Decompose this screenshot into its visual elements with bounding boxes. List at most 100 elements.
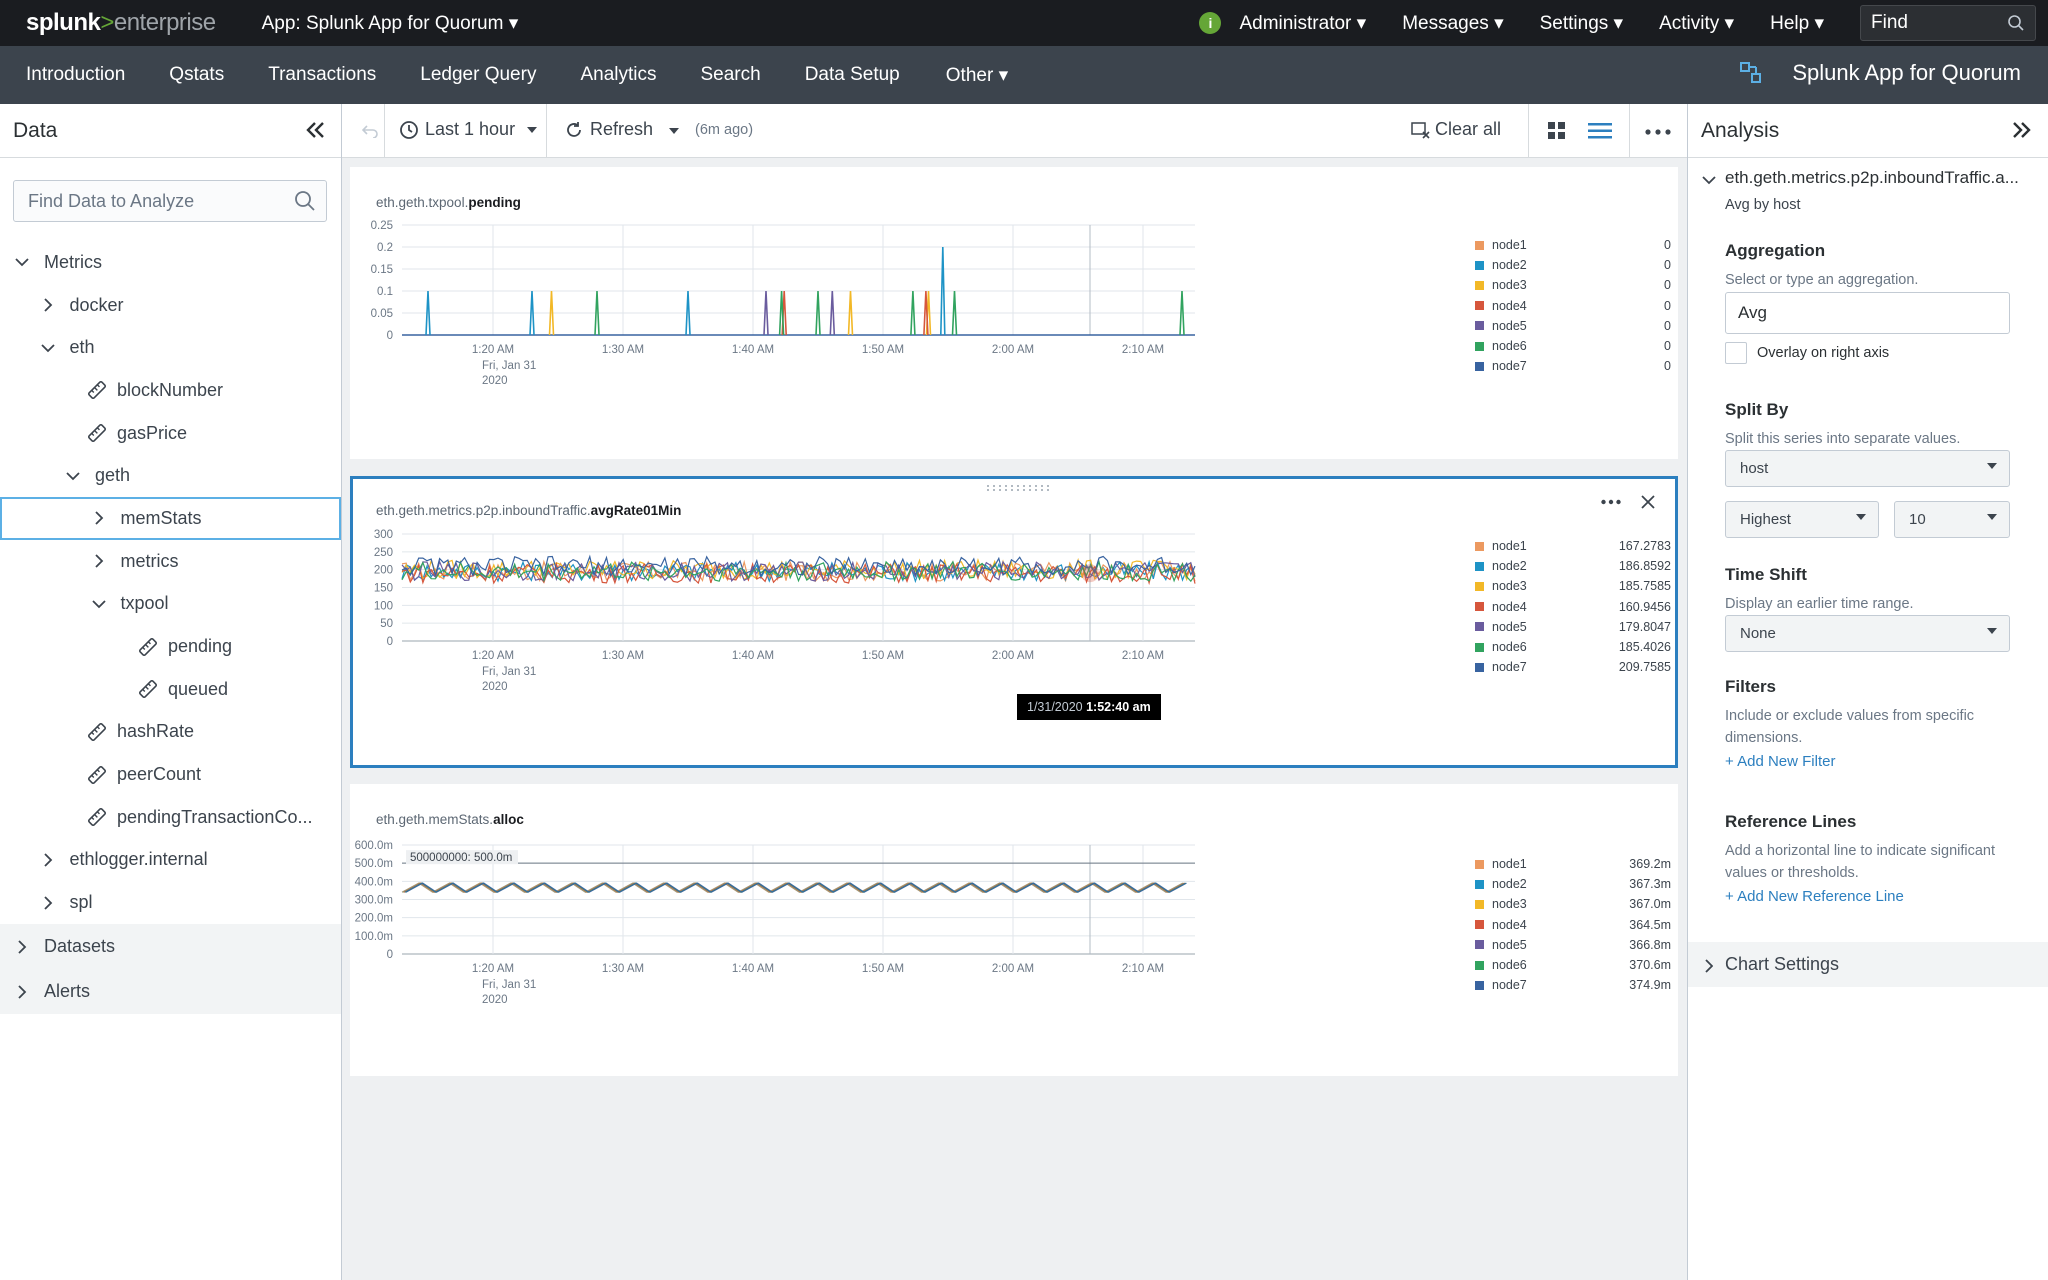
legend-item-node6[interactable]: node6 370.6m — [1475, 955, 1671, 975]
legend-item-node6[interactable]: node6 185.4026 — [1475, 637, 1671, 657]
add-reference-line-link[interactable]: + Add New Reference Line — [1725, 888, 2025, 905]
menu-help[interactable]: Help ▾ — [1770, 12, 1824, 35]
refresh-options-caret-icon[interactable] — [669, 128, 679, 134]
tree-item-alerts[interactable]: Alerts — [0, 969, 341, 1014]
y-tick-label: 200.0m — [355, 913, 393, 925]
find-data-input[interactable]: Find Data to Analyze — [13, 180, 327, 222]
split-by-select[interactable]: host — [1725, 450, 2010, 487]
legend-item-node4[interactable]: node4 160.9456 — [1475, 597, 1671, 617]
tree-item-pending[interactable]: pending — [0, 625, 341, 668]
nav-transactions[interactable]: Transactions — [268, 64, 376, 86]
legend-item-node6[interactable]: node6 0 — [1475, 336, 1671, 356]
tree-item-hashrate[interactable]: hashRate — [0, 711, 341, 754]
legend-item-node5[interactable]: node5 0 — [1475, 316, 1671, 336]
collapse-left-icon[interactable] — [303, 118, 327, 142]
aggregation-input[interactable]: Avg — [1725, 292, 2010, 334]
legend-item-node3[interactable]: node3 185.7585 — [1475, 576, 1671, 596]
undo-icon[interactable] — [362, 124, 378, 138]
legend-item-node4[interactable]: node4 364.5m — [1475, 915, 1671, 935]
more-options-icon[interactable] — [1645, 129, 1671, 135]
x-tick-label: 2:10 AM — [1122, 344, 1164, 356]
legend-item-node2[interactable]: node2 0 — [1475, 255, 1671, 275]
series-name[interactable]: eth.geth.metrics.p2p.inboundTraffic.a... — [1725, 168, 2019, 188]
legend-item-node4[interactable]: node4 0 — [1475, 296, 1671, 316]
tree-item-txpool[interactable]: txpool — [0, 583, 341, 626]
list-view-icon[interactable] — [1588, 122, 1612, 140]
y-tick-label: 0.15 — [371, 264, 393, 276]
nav-data-setup[interactable]: Data Setup — [805, 64, 900, 86]
collapse-right-icon[interactable] — [2010, 118, 2034, 142]
chart-panel-memstats-alloc[interactable]: eth.geth.memStats.alloc 600.0m 500.0m 400.… — [350, 784, 1678, 1076]
add-filter-link[interactable]: + Add New Filter — [1725, 753, 2025, 770]
tree-item-blocknumber[interactable]: blockNumber — [0, 369, 341, 412]
tree-item-eth[interactable]: eth — [0, 326, 341, 369]
legend-item-node7[interactable]: node7 0 — [1475, 356, 1671, 376]
legend-label: node6 — [1492, 640, 1527, 655]
tree-item-docker[interactable]: docker — [0, 284, 341, 327]
tree-item-datasets[interactable]: Datasets — [0, 924, 341, 969]
legend-value: 0 — [1664, 238, 1671, 253]
clear-all-button[interactable]: Clear all — [1411, 119, 1501, 140]
refresh-button[interactable]: Refresh — [564, 119, 653, 140]
menu-activity[interactable]: Activity ▾ — [1659, 12, 1734, 35]
y-tick-label: 0 — [387, 949, 393, 961]
legend-item-node1[interactable]: node1 167.2783 — [1475, 536, 1671, 556]
legend-item-node5[interactable]: node5 179.8047 — [1475, 617, 1671, 637]
tree-item-metrics[interactable]: metrics — [0, 540, 341, 583]
legend-item-node7[interactable]: node7 374.9m — [1475, 975, 1671, 995]
tree-item-pendingtransactionco-[interactable]: pendingTransactionCo... — [0, 796, 341, 839]
app-selector[interactable]: App: Splunk App for Quorum ▾ — [262, 12, 519, 35]
find-input[interactable]: Find — [1860, 5, 2036, 41]
legend-item-node7[interactable]: node7 209.7585 — [1475, 657, 1671, 677]
menu-messages[interactable]: Messages ▾ — [1402, 12, 1503, 35]
split-order-value: Highest — [1740, 511, 1791, 528]
legend-item-node2[interactable]: node2 186.8592 — [1475, 556, 1671, 576]
divider — [546, 104, 547, 158]
tree-item-metrics[interactable]: Metrics — [0, 241, 341, 284]
tree-item-label: peerCount — [117, 764, 202, 785]
split-limit-select[interactable]: 10 — [1894, 501, 2010, 538]
time-range-picker[interactable]: Last 1 hour — [399, 119, 538, 140]
tree-item-peercount[interactable]: peerCount — [0, 753, 341, 796]
legend-item-node3[interactable]: node3 367.0m — [1475, 894, 1671, 914]
time-shift-select[interactable]: None — [1725, 615, 2010, 652]
tree-item-queued[interactable]: queued — [0, 668, 341, 711]
legend-item-node2[interactable]: node2 367.3m — [1475, 874, 1671, 894]
legend-item-node1[interactable]: node1 369.2m — [1475, 854, 1671, 874]
x-tick-label: 1:50 AM — [862, 650, 904, 662]
tree-item-geth[interactable]: geth — [0, 454, 341, 497]
split-order-select[interactable]: Highest — [1725, 501, 1879, 538]
nav-qstats[interactable]: Qstats — [169, 64, 224, 86]
menu-administrator[interactable]: Administrator ▾ — [1239, 12, 1366, 35]
nav-introduction[interactable]: Introduction — [26, 64, 125, 86]
legend-value: 367.0m — [1629, 897, 1671, 912]
menu-settings[interactable]: Settings ▾ — [1540, 12, 1623, 35]
legend-swatch — [1475, 920, 1484, 930]
legend-item-node1[interactable]: node1 0 — [1475, 235, 1671, 255]
split-limit-value: 10 — [1909, 511, 1926, 528]
chart-settings-section[interactable]: Chart Settings — [1688, 942, 2048, 987]
nav-ledger-query[interactable]: Ledger Query — [420, 64, 536, 86]
legend-item-node5[interactable]: node5 366.8m — [1475, 935, 1671, 955]
chart-panel-txpool-pending[interactable]: eth.geth.txpool.pending 0.25 0.2 0.15 0.1 0.… — [350, 167, 1678, 459]
nav-other[interactable]: Other ▾ — [946, 64, 1008, 87]
x-tick-label: 1:40 AM — [732, 650, 774, 662]
tree-item-label: hashRate — [117, 721, 195, 742]
tree-item-gasprice[interactable]: gasPrice — [0, 412, 341, 455]
health-status-icon[interactable]: i — [1199, 12, 1222, 34]
splunk-logo[interactable]: splunk>enterprise — [26, 9, 216, 37]
nav-search[interactable]: Search — [700, 64, 760, 86]
legend-item-node3[interactable]: node3 0 — [1475, 275, 1671, 295]
chart-panel-inbound-traffic[interactable]: eth.geth.metrics.p2p.inboundTraffic.avgR… — [350, 476, 1678, 768]
tree-item-spl[interactable]: spl — [0, 881, 341, 924]
legend-label: node4 — [1492, 599, 1527, 614]
tree-item-ethlogger-internal[interactable]: ethlogger.internal — [0, 839, 341, 882]
nav-analytics[interactable]: Analytics — [580, 64, 656, 86]
legend-value: 364.5m — [1629, 917, 1671, 932]
y-tick-label: 250 — [374, 547, 393, 559]
chevron-down-icon[interactable] — [1702, 175, 1716, 185]
overlay-right-axis-checkbox[interactable] — [1725, 342, 1747, 364]
legend-label: node6 — [1492, 339, 1527, 354]
tree-item-memstats[interactable]: memStats — [0, 497, 341, 540]
grid-view-icon[interactable] — [1547, 121, 1567, 141]
